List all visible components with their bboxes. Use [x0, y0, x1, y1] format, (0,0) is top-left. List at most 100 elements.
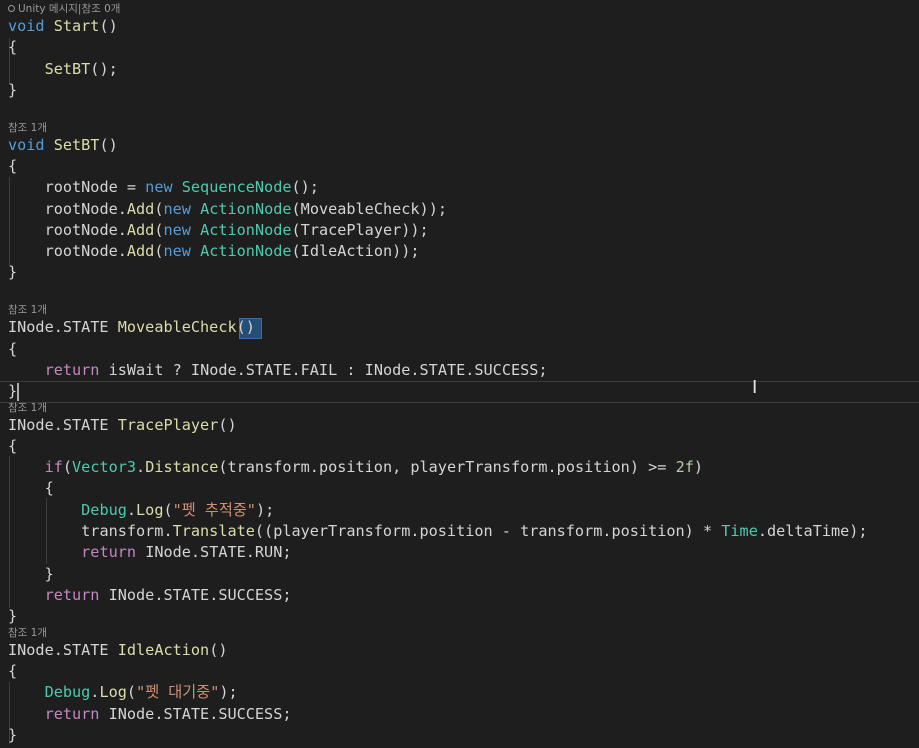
keyword: return — [44, 705, 100, 723]
punctuation: ( — [291, 242, 301, 260]
operator: = — [117, 178, 146, 196]
code-line: INode.STATE IdleAction() — [8, 640, 227, 661]
type-name: INode.STATE — [8, 318, 109, 336]
identifier: rootNode — [44, 178, 118, 196]
code-line: void SetBT() — [8, 135, 118, 156]
punctuation: ); — [219, 683, 238, 701]
arguments: ((playerTransform.position - transform.p… — [254, 522, 703, 540]
codelens-text: 참조 1개 — [8, 304, 47, 316]
punctuation: (); — [291, 178, 319, 196]
code-line: rootNode.Add(new ActionNode(IdleAction))… — [8, 241, 420, 262]
code-line: { — [8, 156, 17, 177]
punctuation: . — [117, 242, 127, 260]
punctuation: . — [136, 458, 146, 476]
method-name: SetBT — [53, 136, 100, 154]
identifier: rootNode — [44, 221, 118, 239]
punctuation: ( — [126, 683, 137, 701]
punctuation: () — [218, 416, 237, 434]
type-name: ActionNode — [200, 242, 292, 260]
keyword: new — [163, 242, 191, 260]
keyword: new — [163, 221, 191, 239]
type-name: Debug — [81, 501, 127, 519]
brace: } — [8, 607, 18, 625]
identifier: rootNode — [44, 200, 118, 218]
method-call: Add — [126, 242, 155, 260]
codelens-trace[interactable]: 참조 1개 — [8, 401, 47, 415]
brace: { — [44, 479, 54, 497]
code-line: { — [8, 339, 17, 360]
text-caret — [17, 383, 19, 401]
identifier: transform — [81, 522, 164, 540]
brace: } — [8, 382, 18, 400]
method-call: SetBT — [44, 60, 91, 78]
type-name: SequenceNode — [181, 178, 292, 196]
punctuation: (); — [90, 60, 118, 78]
codelens-text: 참조 1개 — [8, 402, 47, 414]
type-name: Vector3 — [72, 458, 137, 476]
identifier: INode.STATE.SUCCESS; — [364, 361, 548, 379]
current-line-highlight — [0, 402, 919, 403]
code-line: { — [8, 661, 17, 682]
brace: { — [8, 157, 18, 175]
type-name: Debug — [44, 683, 91, 701]
brace: } — [8, 263, 18, 281]
code-line: Debug.Log("펫 추적중"); — [8, 500, 274, 521]
punctuation: ) — [693, 458, 704, 476]
arguments: (transform.position, playerTransform.pos… — [218, 458, 649, 476]
identifier: MoveableCheck — [300, 200, 420, 218]
brace: } — [44, 565, 54, 583]
punctuation: ); — [255, 501, 275, 519]
code-line: } — [8, 725, 17, 746]
codelens-idle[interactable]: 참조 1개 — [8, 626, 47, 640]
unity-icon — [8, 5, 15, 12]
brace: { — [8, 38, 18, 56]
code-line: if(Vector3.Distance(transform.position, … — [8, 457, 703, 478]
operator: >= — [648, 458, 667, 476]
identifier: isWait — [108, 361, 164, 379]
punctuation: () — [236, 318, 255, 336]
type-name: ActionNode — [200, 221, 292, 239]
identifier: INode.STATE.SUCCESS; — [108, 586, 292, 604]
ibeam-cursor-icon: I — [752, 377, 758, 398]
operator: : — [337, 361, 365, 379]
keyword: void — [8, 136, 45, 154]
code-line: rootNode.Add(new ActionNode(MoveableChec… — [8, 199, 447, 220]
identifier: .deltaTime); — [757, 522, 868, 540]
brace: } — [8, 726, 18, 744]
code-line: return isWait ? INode.STATE.FAIL : INode… — [8, 360, 548, 381]
punctuation: ( — [62, 458, 73, 476]
identifier: TracePlayer — [300, 221, 402, 239]
punctuation: () — [99, 136, 118, 154]
codelens-start[interactable]: Unity 메시지|참조 0개 — [8, 2, 120, 16]
keyword: return — [44, 361, 100, 379]
code-line: { — [8, 37, 17, 58]
code-line: rootNode.Add(new ActionNode(TracePlayer)… — [8, 220, 429, 241]
brace: { — [8, 437, 18, 455]
method-call: Log — [136, 501, 164, 519]
punctuation: )); — [392, 242, 420, 260]
method-call: Distance — [145, 458, 219, 476]
codelens-setbt[interactable]: 참조 1개 — [8, 121, 47, 135]
code-editor[interactable]: Unity 메시지|참조 0개 void Start() { SetBT(); … — [0, 0, 919, 748]
identifier: INode.STATE.SUCCESS; — [108, 705, 292, 723]
keyword: if — [44, 458, 63, 476]
operator: ? — [163, 361, 191, 379]
codelens-text: 참조 1개 — [8, 627, 47, 639]
number-literal: 2f — [675, 458, 694, 476]
method-call: Add — [126, 221, 155, 239]
code-line: { — [8, 436, 17, 457]
codelens-text: 참조 1개 — [8, 122, 47, 134]
type-name: INode.STATE — [8, 416, 109, 434]
codelens-moveable[interactable]: 참조 1개 — [8, 303, 47, 317]
method-name: TracePlayer — [117, 416, 219, 434]
code-line: rootNode = new SequenceNode(); — [8, 177, 319, 198]
keyword: void — [8, 17, 45, 35]
method-call: Add — [126, 200, 155, 218]
brace: { — [8, 340, 18, 358]
keyword: new — [145, 178, 173, 196]
code-line: transform.Translate((playerTransform.pos… — [8, 521, 868, 542]
identifier: INode.STATE.RUN; — [145, 543, 292, 561]
method-call: Translate — [172, 522, 255, 540]
code-line: Debug.Log("펫 대기중"); — [8, 682, 238, 703]
identifier: rootNode — [44, 242, 118, 260]
